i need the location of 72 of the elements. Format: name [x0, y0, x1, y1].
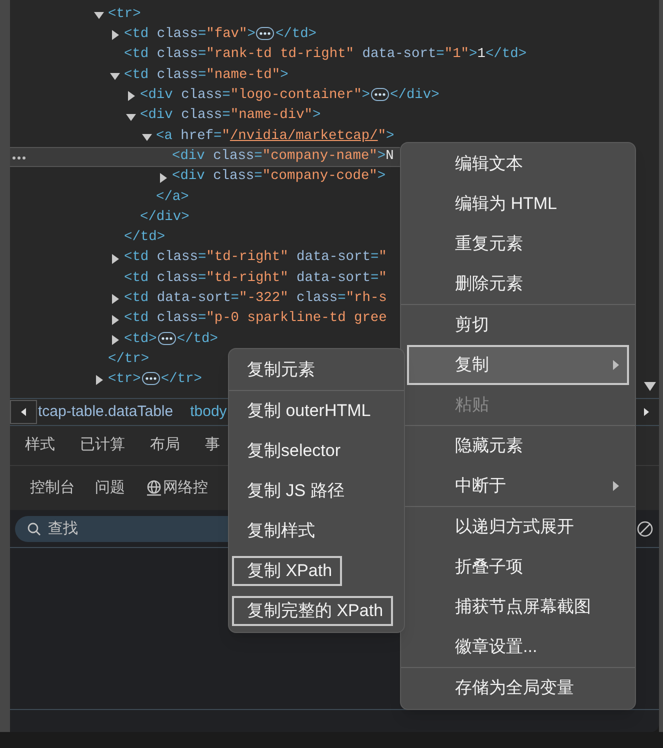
menu-item[interactable]: 存储为全局变量 [407, 668, 629, 708]
triangle-right-icon[interactable] [158, 172, 168, 183]
more-icon[interactable] [12, 156, 26, 160]
ellipsis-icon[interactable] [371, 88, 390, 101]
drawer-tab[interactable]: 网络控 [145, 476, 208, 500]
code-line[interactable]: <div class="logo-container"> </div> [10, 86, 440, 106]
ellipsis-icon[interactable] [158, 332, 176, 344]
drawer-tab[interactable]: 问题 [95, 476, 125, 500]
triangle-right-icon[interactable] [110, 314, 120, 325]
code-line[interactable]: <td class="fav"> </td> [10, 25, 317, 46]
menu-item[interactable]: 折叠子项 [407, 547, 629, 587]
globe-icon [145, 479, 163, 497]
drawer-tab[interactable]: 控制台 [30, 476, 75, 500]
menu-item[interactable]: 中断于 [407, 466, 629, 506]
triangle-right-icon[interactable] [110, 294, 120, 304]
menu-item[interactable]: 复制完整的 XPath [232, 596, 394, 626]
ellipsis-icon[interactable] [256, 27, 274, 40]
panel-tab[interactable]: 事 [205, 434, 220, 457]
triangle-down-icon[interactable] [126, 112, 136, 122]
menu-item[interactable]: 编辑为 HTML [407, 184, 629, 224]
triangle-right-icon[interactable] [110, 254, 120, 264]
submenu-arrow-icon [613, 481, 619, 491]
triangle-down-icon[interactable] [94, 10, 104, 20]
menu-item[interactable]: 捕获节点屏幕截图 [407, 587, 629, 627]
triangle-left-icon [21, 408, 26, 416]
ellipsis-icon[interactable] [142, 372, 160, 386]
menu-item[interactable]: 隐藏元素 [407, 426, 629, 466]
link[interactable]: /nvidia/marketcap/ [230, 128, 378, 144]
menu-item[interactable]: 复制元素 [232, 355, 325, 385]
menu-item[interactable]: 复制 JS 路径 [232, 476, 354, 506]
code-line[interactable]: <td class="td-right" data-sort=" [10, 248, 387, 269]
triangle-down-icon[interactable] [110, 71, 120, 82]
menu-item[interactable]: 重复元素 [407, 224, 629, 264]
triangle-right-icon[interactable] [126, 91, 136, 102]
code-line[interactable]: <td class="rank-td td-right" data-sort="1">1</td> [10, 46, 527, 66]
code-line[interactable]: </a> [10, 188, 189, 208]
breadcrumb-item[interactable]: tcap-table.dataTable [38, 400, 174, 424]
clear-icon[interactable] [637, 520, 653, 536]
scroll-left-button[interactable] [10, 400, 37, 424]
menu-item[interactable]: 复制 [407, 345, 629, 385]
breadcrumb-item[interactable]: tbody [190, 400, 227, 424]
code-line[interactable]: <td class="td-right" data-sort=" [10, 268, 387, 290]
menu-item[interactable]: 徽章设置... [407, 627, 629, 667]
code-line[interactable]: <tr> [10, 5, 141, 26]
code-line[interactable]: </tr> [10, 350, 150, 370]
scroll-down-icon[interactable] [644, 382, 656, 392]
triangle-right-icon[interactable] [94, 375, 104, 386]
code-line[interactable]: <div class="name-div"> [10, 106, 321, 127]
triangle-right-icon[interactable] [644, 408, 649, 416]
code-line[interactable]: <td class="name-td"> [10, 66, 288, 86]
code-line[interactable]: <td class="p-0 sparkline-td gree [10, 309, 387, 330]
panel-tab[interactable]: 布局 [150, 434, 180, 457]
code-line[interactable]: <td data-sort="-322" class="rh-s [10, 289, 387, 310]
menu-item[interactable]: 复制 XPath [232, 556, 342, 586]
panel-tab[interactable]: 已计算 [80, 434, 125, 457]
code-line[interactable]: <tr> </tr> [10, 370, 202, 391]
submenu-arrow-icon [613, 360, 619, 370]
code-line[interactable]: <div class="company-code"> [10, 167, 386, 188]
menu-item[interactable]: 复制selector [232, 436, 351, 466]
search-icon [27, 522, 41, 536]
menu-item[interactable]: 编辑文本 [407, 144, 629, 184]
code-line[interactable]: </div> [10, 208, 190, 228]
triangle-right-icon[interactable] [110, 334, 120, 345]
triangle-right-icon[interactable] [110, 30, 120, 40]
panel-tab[interactable]: 样式 [25, 434, 55, 457]
menu-item[interactable]: 复制 outerHTML [232, 396, 381, 426]
code-line[interactable]: </td> [10, 228, 166, 249]
menu-item[interactable]: 剪切 [407, 305, 629, 345]
code-line[interactable]: <a href="/nvidia/marketcap/"> [10, 126, 394, 148]
code-line[interactable]: <td> </td> [10, 330, 218, 350]
menu-item[interactable]: 删除元素 [407, 264, 629, 304]
triangle-down-icon[interactable] [142, 132, 152, 142]
